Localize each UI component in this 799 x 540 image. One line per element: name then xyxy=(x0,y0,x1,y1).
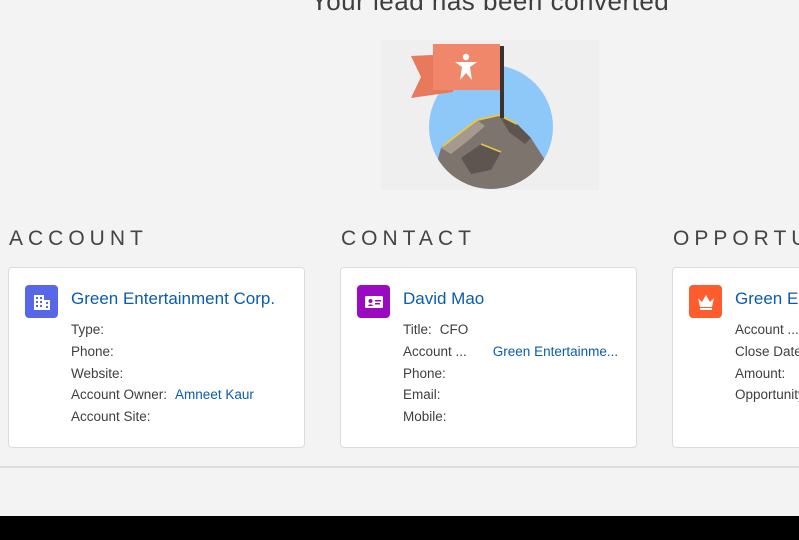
field-row: Close Date: xyxy=(735,341,799,363)
field-row: Account Owner: Amneet Kaur xyxy=(71,384,254,406)
field-label: Phone: xyxy=(71,343,114,359)
field-label: Type: xyxy=(71,322,105,337)
field-label: Phone: xyxy=(403,365,446,381)
field-label: Account Site: xyxy=(71,409,151,425)
account-card: Green Entertainment Corp. Type: Phone: W… xyxy=(8,267,305,448)
opportunity-card: Green Entertainment Corp.- Account ... C… xyxy=(672,267,799,448)
building-icon xyxy=(25,285,58,318)
account-owner-link[interactable]: Amneet Kaur xyxy=(175,384,254,406)
field-label: Close Date: xyxy=(735,343,799,359)
account-fields: Type: Phone: Website: Account Owner: Amne… xyxy=(71,319,254,428)
field-label: Email: xyxy=(403,387,441,403)
field-label: Title: xyxy=(403,322,432,337)
field-label: Mobile: xyxy=(403,409,447,425)
field-row: Account ... xyxy=(735,319,799,341)
contact-card: David Mao Title: CFO Account ... Green Ent… xyxy=(340,267,637,448)
field-label: Account ... xyxy=(403,343,467,359)
field-row: Email: xyxy=(403,384,618,406)
contact-section-title: CONTACT xyxy=(341,227,476,250)
contact-name-link[interactable]: David Mao xyxy=(403,289,484,309)
field-label: Amount: xyxy=(735,365,786,381)
field-row: Opportunity Owner: xyxy=(735,384,799,406)
flag-pole xyxy=(500,46,504,118)
account-name-link[interactable]: Green Entertainment Corp. xyxy=(71,289,275,309)
field-row: Mobile: xyxy=(403,406,618,428)
opportunity-name-link[interactable]: Green Entertainment Corp.- xyxy=(735,289,799,309)
field-label: Opportunity Owner: xyxy=(735,387,799,403)
contact-fields: Title: CFO Account ... Green Entertainme..… xyxy=(403,319,618,428)
field-row: Amount: xyxy=(735,363,799,385)
bottom-bar xyxy=(0,516,799,540)
account-section-title: ACCOUNT xyxy=(9,227,148,250)
field-row: Phone: xyxy=(403,363,618,385)
field-row: Website: xyxy=(71,363,254,385)
contact-card-icon xyxy=(357,285,390,318)
opportunity-clip: OPPORTUNITY Green Entertainment Corp.- A… xyxy=(672,0,799,466)
footer-divider xyxy=(0,466,799,468)
opportunity-fields: Account ... Close Date: Amount: Opportun… xyxy=(735,319,799,406)
opportunity-section-title: OPPORTUNITY xyxy=(673,227,799,250)
field-label: Account Owner: xyxy=(71,387,168,403)
field-label: Website: xyxy=(71,365,124,381)
field-row: Type: xyxy=(71,319,254,341)
field-row: Title: CFO xyxy=(403,319,618,341)
field-value: CFO xyxy=(439,322,469,337)
mountain-flag-illustration xyxy=(381,40,599,190)
contact-account-link[interactable]: Green Entertainme... xyxy=(493,341,618,363)
field-label: Account ... xyxy=(735,322,799,337)
field-row: Phone: xyxy=(71,341,254,363)
field-row: Account Site: xyxy=(71,406,254,428)
crown-icon xyxy=(689,285,722,318)
field-row: Account ... Green Entertainme... xyxy=(403,341,618,363)
